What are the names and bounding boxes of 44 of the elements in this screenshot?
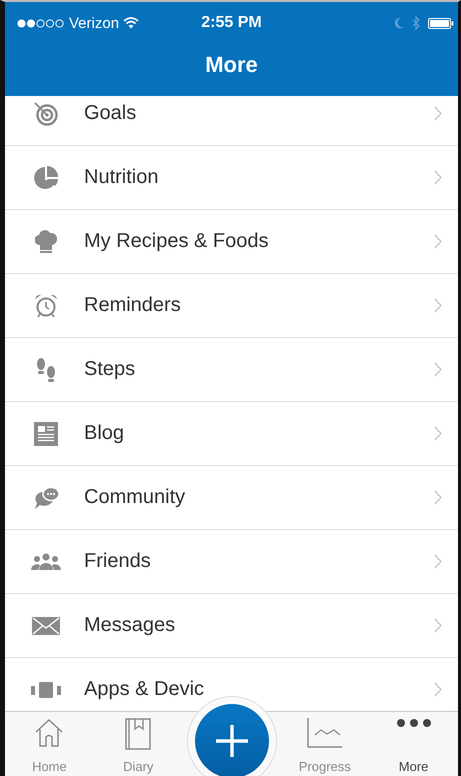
moon-icon	[394, 17, 404, 29]
bluetooth-icon	[412, 16, 420, 30]
carrier-name: Verizon	[69, 14, 120, 32]
article-icon	[34, 422, 58, 446]
add-button[interactable]	[194, 704, 268, 776]
plus-icon	[214, 724, 248, 758]
menu-item[interactable]: Nutrition	[5, 146, 458, 210]
status-time: 2:55 PM	[201, 14, 262, 32]
chevron-icon	[434, 106, 442, 121]
screen-title: More	[205, 52, 258, 78]
chevron-icon	[434, 554, 442, 569]
envelope-icon	[32, 616, 60, 634]
target-icon	[33, 102, 59, 126]
menu-item[interactable]: Messages	[5, 594, 458, 658]
device-icon	[31, 680, 61, 698]
speech-bubbles-icon	[32, 486, 60, 510]
wifi-icon	[123, 17, 140, 29]
menu-item[interactable]: Friends	[5, 530, 458, 594]
people-icon	[31, 552, 61, 570]
chef-hat-icon	[35, 230, 57, 254]
more-icon	[396, 718, 432, 728]
line-chart-icon	[306, 718, 343, 748]
chevron-icon	[434, 426, 442, 441]
menu-item[interactable]: Blog	[5, 402, 458, 466]
footprints-icon	[35, 356, 57, 382]
book-icon	[125, 718, 152, 750]
menu-item[interactable]: Goals	[5, 96, 458, 146]
menu-item[interactable]: Community	[5, 466, 458, 530]
chevron-icon	[434, 682, 442, 697]
menu-item[interactable]: Steps	[5, 338, 458, 402]
tab[interactable]: More	[369, 712, 458, 776]
chevron-icon	[434, 298, 442, 313]
house-icon	[33, 718, 66, 748]
alarm-clock-icon	[33, 292, 59, 318]
menu-item[interactable]: My Recipes & Foods	[5, 210, 458, 274]
menu-item[interactable]: Reminders	[5, 274, 458, 338]
chevron-icon	[434, 618, 442, 633]
pie-chart-icon	[33, 164, 59, 190]
chevron-icon	[434, 234, 442, 249]
signal-icon	[17, 18, 65, 28]
chevron-icon	[434, 170, 442, 185]
battery-icon	[428, 18, 454, 28]
chevron-icon	[434, 362, 442, 377]
chevron-icon	[434, 490, 442, 505]
